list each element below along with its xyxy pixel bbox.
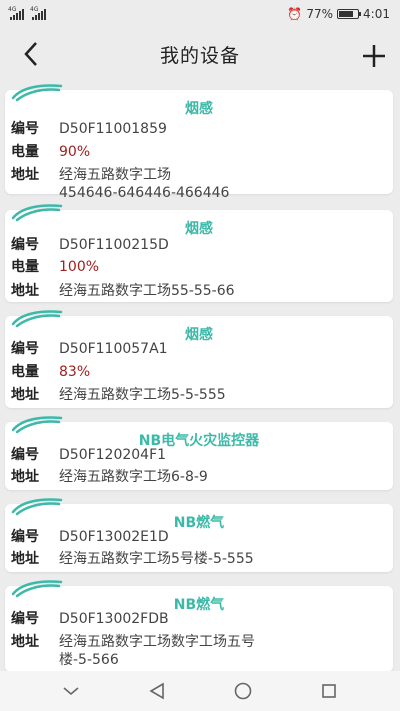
circle-home-icon xyxy=(234,682,252,700)
signal-icon-2: 4G xyxy=(30,6,46,20)
alarm-icon: ⏰ xyxy=(287,7,303,21)
plus-icon xyxy=(363,45,385,67)
address-value: 经海五路数字工场5号楼-5-555 xyxy=(59,551,254,567)
system-back-button[interactable] xyxy=(145,679,169,703)
chevron-left-icon xyxy=(24,42,37,66)
system-nav-bar xyxy=(0,671,400,711)
id-label: 编号 xyxy=(11,341,39,357)
id-label: 编号 xyxy=(11,611,39,627)
battery-row: 电量 90% xyxy=(11,143,387,161)
system-home-button[interactable] xyxy=(231,679,255,703)
status-right: ⏰ 77% 4:01 xyxy=(287,7,390,21)
id-label: 编号 xyxy=(11,447,39,463)
battery-value: 83% xyxy=(59,364,91,380)
device-card[interactable]: NB电气火灾监控器 编号 D50F120204F1 地址 经海五路数字工场6-8-9 xyxy=(5,416,393,490)
battery-label: 电量 xyxy=(11,364,39,380)
device-id: D50F110057A1 xyxy=(59,341,168,357)
address-value: 经海五路数字工场5-5-555 xyxy=(59,387,226,403)
id-label: 编号 xyxy=(11,121,39,137)
page-title: 我的设备 xyxy=(159,44,240,67)
id-row: 编号 D50F13002FDB xyxy=(11,610,387,628)
battery-value: 100% xyxy=(59,259,100,275)
address-row: 地址 经海五路数字工场5号楼-5-555 xyxy=(11,550,387,568)
address-label: 地址 xyxy=(11,167,39,183)
battery-percent: 77% xyxy=(306,7,334,21)
status-bar: 4G 4G ⏰ 77% 4:01 xyxy=(0,0,400,28)
hide-keyboard-button[interactable] xyxy=(59,679,83,703)
chevron-down-icon xyxy=(63,687,79,696)
address-row: 地址 经海五路数字工场数字工场五号 楼-5-566 xyxy=(11,633,387,669)
add-device-button[interactable] xyxy=(360,42,388,70)
system-recents-button[interactable] xyxy=(317,679,341,703)
device-card[interactable]: 烟感 编号 D50F110057A1 电量 83% 地址 经海五路数字工场5-5-55… xyxy=(5,310,393,408)
device-card[interactable]: 烟感 编号 D50F1100215D 电量 100% 地址 经海五路数字工场55-55… xyxy=(5,204,393,302)
device-card[interactable]: 烟感 编号 D50F11001859 电量 90% 地址 经海五路数字工场 45464… xyxy=(5,84,393,201)
device-id: D50F13002E1D xyxy=(59,529,169,545)
battery-icon xyxy=(337,9,362,19)
device-card[interactable]: NB燃气 编号 D50F13002FDB 地址 经海五路数字工场数字工场五号 楼-5… xyxy=(5,580,393,672)
battery-row: 电量 83% xyxy=(11,363,387,381)
device-id: D50F120204F1 xyxy=(59,447,167,463)
battery-row: 电量 100% xyxy=(11,258,387,276)
id-row: 编号 D50F110057A1 xyxy=(11,340,387,358)
back-button[interactable] xyxy=(18,40,46,68)
device-list[interactable]: 烟感 编号 D50F11001859 电量 90% 地址 经海五路数字工场 45464… xyxy=(0,84,400,672)
clock: 4:01 xyxy=(363,7,390,21)
battery-value: 90% xyxy=(59,144,91,160)
address-row: 地址 经海五路数字工场 454646-646446-466446 xyxy=(11,166,387,202)
battery-label: 电量 xyxy=(11,259,39,275)
triangle-back-icon xyxy=(149,682,164,700)
nav-bar: 我的设备 xyxy=(0,28,400,80)
id-row: 编号 D50F1100215D xyxy=(11,236,387,254)
id-row: 编号 D50F11001859 xyxy=(11,120,387,138)
address-value: 经海五路数字工场55-55-66 xyxy=(59,283,235,299)
address-value: 经海五路数字工场 454646-646446-466446 xyxy=(59,167,230,201)
device-type: 烟感 xyxy=(185,221,213,237)
address-label: 地址 xyxy=(11,469,39,485)
id-label: 编号 xyxy=(11,237,39,253)
address-row: 地址 经海五路数字工场6-8-9 xyxy=(11,468,387,486)
signal-group: 4G 4G xyxy=(8,6,46,20)
device-id: D50F1100215D xyxy=(59,237,169,253)
square-recents-icon xyxy=(322,684,336,698)
battery-label: 电量 xyxy=(11,144,39,160)
device-id: D50F11001859 xyxy=(59,121,167,137)
device-card[interactable]: NB燃气 编号 D50F13002E1D 地址 经海五路数字工场5号楼-5-555 xyxy=(5,498,393,572)
signal-icon: 4G xyxy=(8,6,24,20)
address-row: 地址 经海五路数字工场5-5-555 xyxy=(11,386,387,404)
address-value: 经海五路数字工场数字工场五号 楼-5-566 xyxy=(59,634,255,668)
id-row: 编号 D50F120204F1 xyxy=(11,446,387,464)
id-label: 编号 xyxy=(11,529,39,545)
address-label: 地址 xyxy=(11,634,39,650)
device-id: D50F13002FDB xyxy=(59,611,169,627)
address-value: 经海五路数字工场6-8-9 xyxy=(59,469,208,485)
address-label: 地址 xyxy=(11,387,39,403)
address-label: 地址 xyxy=(11,283,39,299)
id-row: 编号 D50F13002E1D xyxy=(11,528,387,546)
address-row: 地址 经海五路数字工场55-55-66 xyxy=(11,282,387,300)
device-type: 烟感 xyxy=(185,101,213,117)
address-label: 地址 xyxy=(11,551,39,567)
